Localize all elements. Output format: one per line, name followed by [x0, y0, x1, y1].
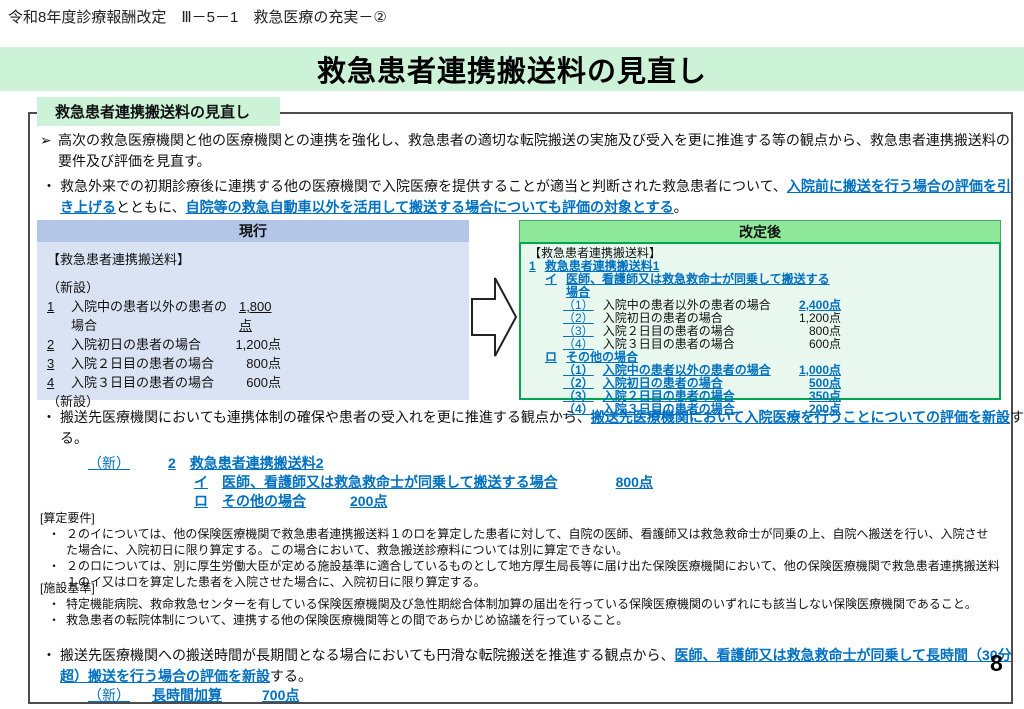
row-number: ロ [545, 351, 557, 364]
dot-bullet-icon: ・ [48, 612, 60, 628]
new-item-2-line1: （新） 2 救急患者連携搬送料2 [88, 454, 653, 473]
long-transport-bullet: ・ 搬送先医療機関への搬送時間が長期間となる場合においても円滑な転院搬送を推進す… [42, 645, 1022, 687]
facility-standard-text: 特定機能病院、救命救急センターを有している保険医療機関及び急性期総合体制加算の届… [66, 597, 977, 611]
table-row: （2） 入院初日の患者の場合 500点 [529, 377, 991, 390]
table-row: （2） 入院初日の患者の場合 1,200点 [529, 312, 991, 325]
facility-standards-heading: [施設基準] [40, 580, 1000, 596]
arrow-bullet-icon: ➢ [40, 130, 52, 151]
row-number: 3 [47, 354, 71, 373]
revised-table-header: 改定後 [519, 220, 1001, 242]
current-rows: 1 入院中の患者以外の患者の場合 1,800点 2 入院初日の患者の場合 1,2… [47, 297, 459, 392]
billing-requirement-text: ２のイについては、他の保険医療機関で救急患者連携搬送料１のロを算定した患者に対し… [66, 527, 988, 557]
dot-bullet-icon: ・ [48, 526, 60, 542]
row-b-points: 200点 [350, 493, 387, 509]
current-table-body: 【救急患者連携搬送料】 （新設） 1 入院中の患者以外の患者の場合 1,800点… [37, 242, 469, 400]
table-row: 1 入院中の患者以外の患者の場合 1,800点 [47, 297, 459, 335]
kana-ro: ロ [194, 493, 208, 509]
facility-standard-item: ・ 救急患者の転院体制について、連携する他の保険医療機関等との間であらかじめ協議… [40, 612, 1000, 628]
current-table: 現行 【救急患者連携搬送料】 （新設） 1 入院中の患者以外の患者の場合 1,8… [37, 220, 469, 400]
billing-requirement-item: ・ ２のイについては、他の保険医療機関で救急患者連携搬送料１のロを算定した患者に… [40, 526, 1000, 558]
intro-bullet-1: ➢ 高次の救急医療機関と他の医療機関との連携を強化し、救急患者の適切な転院搬送の… [38, 130, 1020, 172]
revised-rows: 1 救急患者連携搬送料1 イ 医師、看護師又は救急救命士が同乗して搬送する場合 [529, 260, 991, 416]
new-item-2-row-b: ロ その他の場合 200点 [88, 492, 653, 511]
row-a-label: 医師、看護師又は救急救命士が同乗して搬送する場合 [222, 474, 558, 490]
destination-bullet-pre: 搬送先医療機関においても連携体制の確保や患者の受入れを更に推進する観点から、 [60, 409, 591, 425]
intro-bullet-1-text: 高次の救急医療機関と他の医療機関との連携を強化し、救急患者の適切な転院搬送の実施… [58, 132, 1010, 169]
current-table-header: 現行 [37, 220, 469, 242]
row-points: 600点 [246, 373, 281, 392]
new-item-2-row-a: イ 医師、看護師又は救急救命士が同乗して搬送する場合 800点 [88, 473, 653, 492]
current-table-title: 【救急患者連携搬送料】 [47, 250, 459, 269]
row-b-label: その他の場合 [222, 493, 306, 509]
table-row: イ 医師、看護師又は救急救命士が同乗して搬送する場合 [529, 273, 991, 299]
destination-bullet-highlight: 搬送先医療機関において入院医療を行うことについての評価を新設 [591, 409, 1010, 425]
dot-bullet-icon: ・ [42, 176, 56, 197]
billing-requirements-heading: [算定要件] [40, 510, 1000, 526]
table-row: （3） 入院２日目の患者の場合 800点 [529, 325, 991, 338]
table-row: （1） 入院中の患者以外の患者の場合 1,000点 [529, 364, 991, 377]
row-label: 医師、看護師又は救急救命士が同乗して搬送する場合 [566, 273, 841, 299]
facility-standard-text: 救急患者の転院体制について、連携する他の保険医療機関等との間であらかじめ協議を行… [66, 613, 628, 627]
row-number: 1 [529, 260, 536, 273]
facility-standard-item: ・ 特定機能病院、救命救急センターを有している保険医療機関及び急性期総合体制加算… [40, 596, 1000, 612]
row-points: 1,200点 [235, 335, 281, 354]
revised-table: 改定後 【救急患者連携搬送料】 1 救急患者連携搬送料1 イ 医師、看 [519, 220, 1001, 400]
row-label: 入院初日の患者の場合 [71, 335, 201, 354]
facility-standards: [施設基準] ・ 特定機能病院、救命救急センターを有している保険医療機関及び急性… [40, 580, 1000, 628]
intro-bullet-2: ・ 救急外来での初期診療後に連携する他の医療機関で入院医療を提供することが適当と… [42, 176, 1018, 218]
addition-points: 700点 [262, 687, 299, 703]
addition-name: 長時間加算 [152, 687, 222, 703]
row-number: 1 [47, 297, 71, 335]
content-box: ➢ 高次の救急医療機関と他の医療機関との連携を強化し、救急患者の適切な転院搬送の… [28, 112, 1013, 704]
item-name: 救急患者連携搬送料2 [190, 455, 324, 471]
dot-bullet-icon: ・ [48, 558, 60, 574]
transition-arrow-icon [471, 272, 517, 367]
page-title: 救急患者連携搬送料の見直し [317, 48, 707, 90]
revised-table-body: 【救急患者連携搬送料】 1 救急患者連携搬送料1 イ 医師、看護師又は救急救命士… [519, 242, 1001, 400]
item-number: 2 [168, 455, 176, 471]
row-number: 4 [47, 373, 71, 392]
row-label: 入院中の患者以外の患者の場合 [71, 297, 239, 335]
table-row: 4 入院３日目の患者の場合 600点 [47, 373, 459, 392]
row-number: 2 [47, 335, 71, 354]
dot-bullet-icon: ・ [42, 645, 56, 666]
intro-bullet-2-mid: とともに、 [116, 199, 186, 215]
table-row: 3 入院２日目の患者の場合 800点 [47, 354, 459, 373]
document-header-note: 令和8年度診療報酬改定 Ⅲ－5－1 救急医療の充実－② [8, 6, 387, 27]
title-bar: 救急患者連携搬送料の見直し [0, 47, 1024, 91]
row-label: 入院２日目の患者の場合 [71, 354, 214, 373]
section-label: 救急患者連携搬送料の見直し [37, 97, 280, 126]
dot-bullet-icon: ・ [48, 596, 60, 612]
current-new-label-top: （新設） [47, 278, 459, 297]
new-label: （新） [88, 687, 130, 703]
row-points: 800点 [246, 354, 281, 373]
long-transport-pre: 搬送先医療機関への搬送時間が長期間となる場合においても円滑な転院搬送を推進する観… [60, 647, 674, 663]
intro-bullet-2-pre: 救急外来での初期診療後に連携する他の医療機関で入院医療を提供することが適当と判断… [60, 178, 787, 194]
kana-i: イ [194, 474, 208, 490]
billing-requirements: [算定要件] ・ ２のイについては、他の保険医療機関で救急患者連携搬送料１のロを… [40, 510, 1000, 590]
page-number: 8 [990, 650, 1003, 677]
table-row: 2 入院初日の患者の場合 1,200点 [47, 335, 459, 354]
row-number: イ [545, 273, 557, 299]
row-a-points: 800点 [616, 474, 653, 490]
new-label: （新） [88, 455, 130, 471]
row-label: 入院３日目の患者の場合 [71, 373, 214, 392]
intro-bullet-2-highlight-2: 自院等の救急自動車以外を活用して搬送する場合についても評価の対象とする [186, 199, 674, 215]
table-row: （3） 入院２日目の患者の場合 350点 [529, 390, 991, 403]
long-transport-end: する。 [270, 668, 312, 684]
slide-page: 令和8年度診療報酬改定 Ⅲ－5－1 救急医療の充実－② 救急患者連携搬送料の見直… [0, 0, 1024, 709]
destination-bullet: ・ 搬送先医療機関においても連携体制の確保や患者の受入れを更に推進する観点から、… [42, 407, 1024, 449]
dot-bullet-icon: ・ [42, 407, 56, 428]
row-points: 600点 [809, 338, 841, 351]
table-row: （1） 入院中の患者以外の患者の場合 2,400点 [529, 299, 991, 312]
row-points: 1,800点 [239, 297, 281, 335]
intro-bullet-2-end: 。 [674, 199, 688, 215]
new-item-2: （新） 2 救急患者連携搬送料2 イ 医師、看護師又は救急救命士が同乗して搬送する… [88, 454, 653, 511]
new-long-time-addition: （新） 長時間加算 700点 [88, 686, 299, 705]
